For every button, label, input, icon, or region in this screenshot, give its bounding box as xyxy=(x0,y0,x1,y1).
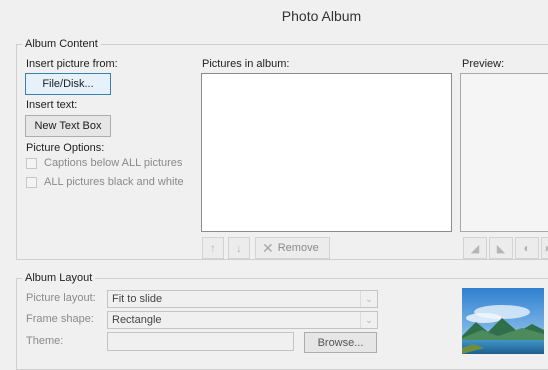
window-title: Photo Album xyxy=(281,8,362,24)
brightness-icon: ◑ xyxy=(542,241,548,255)
arrow-down-icon: ↓ xyxy=(236,241,242,255)
preview-label: Preview: xyxy=(462,58,505,70)
contrast-button[interactable]: ◐ xyxy=(515,237,539,259)
black-white-checkbox[interactable] xyxy=(26,177,37,188)
layout-preview-thumbnail xyxy=(462,288,544,354)
insert-picture-label: Insert picture from: xyxy=(26,58,118,70)
remove-x-icon: ✕ xyxy=(262,239,274,256)
rotate-left-icon: ◢ xyxy=(470,242,480,255)
picture-layout-select[interactable]: Fit to slide ⌄ xyxy=(107,290,378,308)
file-disk-button[interactable]: File/Disk... xyxy=(25,73,111,95)
browse-button[interactable]: Browse... xyxy=(304,332,377,353)
landscape-image xyxy=(462,288,544,354)
rotate-right-icon: ◣ xyxy=(496,242,506,255)
new-text-box-button[interactable]: New Text Box xyxy=(25,115,111,137)
pictures-in-album-list[interactable] xyxy=(201,73,452,232)
chevron-down-icon: ⌄ xyxy=(360,291,377,307)
theme-label: Theme: xyxy=(26,335,64,347)
preview-box xyxy=(460,73,548,232)
move-up-button[interactable]: ↑ xyxy=(202,237,224,259)
arrow-up-icon: ↑ xyxy=(210,241,216,255)
rotate-right-button[interactable]: ◣ xyxy=(489,237,513,259)
pictures-in-album-label: Pictures in album: xyxy=(202,58,290,70)
remove-label: Remove xyxy=(277,242,319,254)
captions-label: Captions below ALL pictures xyxy=(44,157,183,169)
album-layout-legend: Album Layout xyxy=(22,272,96,284)
chevron-down-icon: ⌄ xyxy=(360,312,377,328)
brightness-button[interactable]: ◑ xyxy=(541,237,548,259)
remove-button[interactable]: ✕ Remove xyxy=(255,237,330,259)
captions-checkbox[interactable] xyxy=(26,158,37,169)
frame-shape-value: Rectangle xyxy=(112,314,162,326)
move-down-button[interactable]: ↓ xyxy=(228,237,250,259)
insert-text-label: Insert text: xyxy=(26,99,78,111)
frame-shape-label: Frame shape: xyxy=(26,313,94,325)
album-content-legend: Album Content xyxy=(22,38,101,50)
picture-layout-value: Fit to slide xyxy=(112,293,163,305)
frame-shape-select[interactable]: Rectangle ⌄ xyxy=(107,311,378,329)
rotate-left-button[interactable]: ◢ xyxy=(463,237,487,259)
contrast-icon: ◐ xyxy=(523,241,531,255)
theme-input[interactable] xyxy=(107,332,294,351)
picture-options-label: Picture Options: xyxy=(26,142,105,154)
picture-layout-label: Picture layout: xyxy=(26,292,96,304)
black-white-label: ALL pictures black and white xyxy=(44,176,184,188)
